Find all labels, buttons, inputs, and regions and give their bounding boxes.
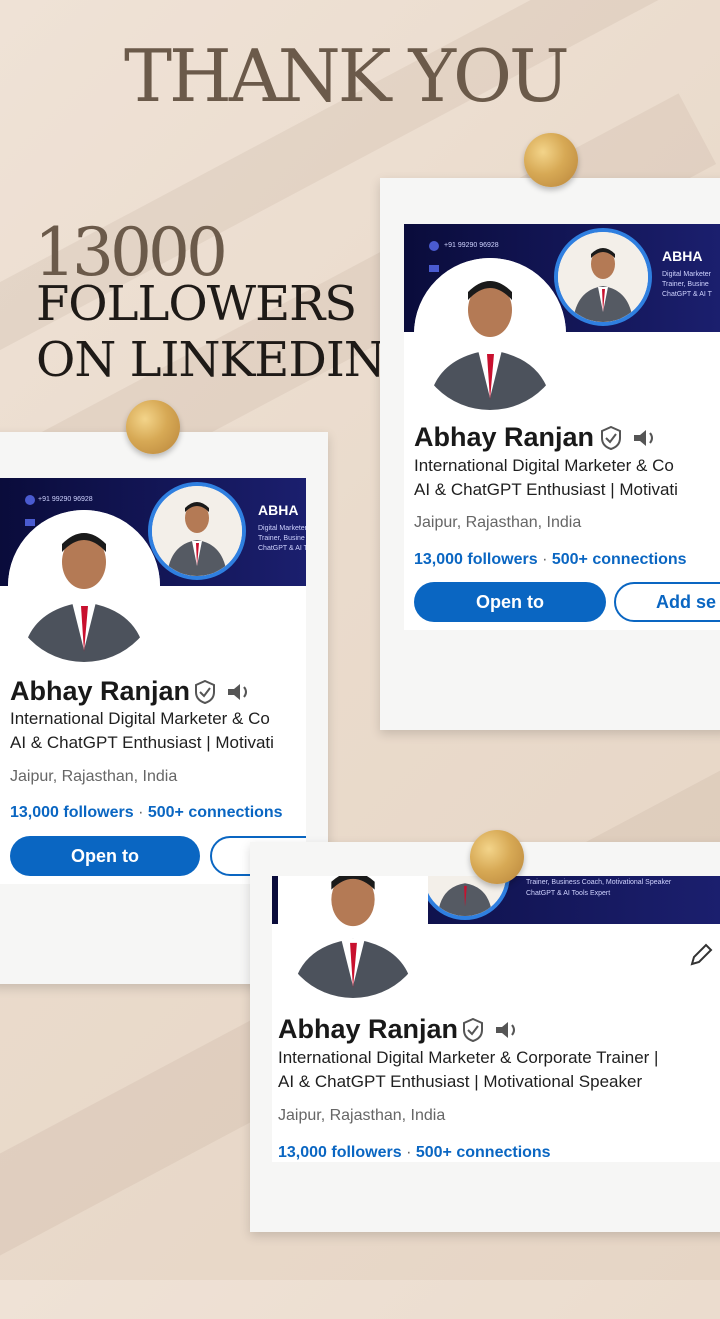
speaker-icon[interactable] [494, 1019, 520, 1041]
phone-icon [429, 241, 439, 251]
verified-shield-icon [195, 680, 215, 704]
verified-shield-icon [601, 426, 621, 450]
person-photo [558, 232, 648, 322]
profile-photo [278, 876, 428, 998]
speaker-icon[interactable] [226, 681, 252, 703]
banner-phone: +91 99290 96928 [444, 242, 499, 249]
thank-you-title: THANK YOU [124, 34, 570, 118]
banner-phone: +91 99290 96928 [38, 496, 93, 503]
profile-card-bottom-right: Trainer, Business Coach, Motivational Sp… [272, 876, 720, 1162]
profile-name: Abhay Ranjan [278, 1014, 459, 1044]
profile-headline-line1: International Digital Marketer & Co [10, 709, 270, 728]
connections-link[interactable]: 500+ connections [552, 551, 687, 568]
stats-separator: · [406, 1144, 412, 1161]
banner-name: ABHA [662, 248, 703, 264]
gold-pin [470, 830, 524, 884]
follower-count: 13000 [34, 214, 228, 291]
profile-stats: 13,000 followers · 500+ connections [278, 1144, 551, 1162]
profile-headline-line2: AI & ChatGPT Enthusiast | Motivational S… [278, 1072, 643, 1091]
followers-link[interactable]: 13,000 followers [278, 1144, 402, 1161]
profile-location: Jaipur, Rajasthan, India [414, 514, 582, 531]
banner-tagline-top: Trainer, Business Coach, Motivational Sp… [526, 879, 672, 886]
followers-text: FOLLOWERS [36, 276, 357, 332]
profile-avatar[interactable] [8, 510, 160, 662]
banner-tagline: ChatGPT & AI Tools Expert [526, 890, 611, 897]
profile-headline-line2: AI & ChatGPT Enthusiast | Motivati [10, 733, 274, 752]
profile-name: Abhay Ranjan [414, 422, 595, 452]
profile-card-middle-left: +91 99290 96928 ABHA Digital Marketer Tr… [0, 478, 306, 884]
profile-avatar[interactable] [414, 258, 566, 410]
verified-shield-icon [463, 1018, 483, 1042]
connections-link[interactable]: 500+ connections [148, 804, 283, 821]
profile-location: Jaipur, Rajasthan, India [278, 1107, 446, 1124]
add-section-button[interactable]: Add se [614, 582, 720, 622]
followers-link[interactable]: 13,000 followers [414, 551, 538, 568]
profile-photo [414, 258, 566, 410]
gold-pin [524, 133, 578, 187]
banner-name: ABHA [258, 502, 299, 518]
connections-link[interactable]: 500+ connections [416, 1144, 551, 1161]
on-linkedin-text: ON LINKEDIN [36, 332, 386, 388]
speaker-icon[interactable] [632, 427, 658, 449]
profile-photo [8, 510, 160, 662]
banner-tagline: Digital Marketer Trainer, Busine ChatGPT… [662, 271, 712, 298]
phone-icon [25, 495, 35, 505]
profile-headline-line2: AI & ChatGPT Enthusiast | Motivati [414, 480, 678, 499]
profile-location: Jaipur, Rajasthan, India [10, 768, 178, 785]
person-photo [152, 486, 242, 576]
open-to-button[interactable]: Open to [10, 836, 200, 876]
pencil-icon[interactable] [688, 942, 714, 968]
profile-headline-line1: International Digital Marketer & Corpora… [278, 1048, 659, 1067]
followers-link[interactable]: 13,000 followers [10, 804, 134, 821]
profile-stats: 13,000 followers · 500+ connections [414, 551, 687, 569]
profile-avatar[interactable] [278, 876, 428, 998]
profile-headline-line1: International Digital Marketer & Co [414, 456, 674, 475]
gold-pin [126, 400, 180, 454]
profile-stats: 13,000 followers · 500+ connections [10, 804, 283, 822]
banner-avatar [148, 482, 246, 580]
profile-name: Abhay Ranjan [10, 676, 191, 706]
open-to-button[interactable]: Open to [414, 582, 606, 622]
banner-tagline: Digital Marketer Trainer, Busine ChatGPT… [258, 525, 306, 552]
banner-avatar [554, 228, 652, 326]
stats-separator: · [542, 551, 548, 568]
stats-separator: · [138, 804, 144, 821]
profile-card-top-right: +91 99290 96928 ABHA Digital Marketer Tr… [404, 224, 720, 630]
